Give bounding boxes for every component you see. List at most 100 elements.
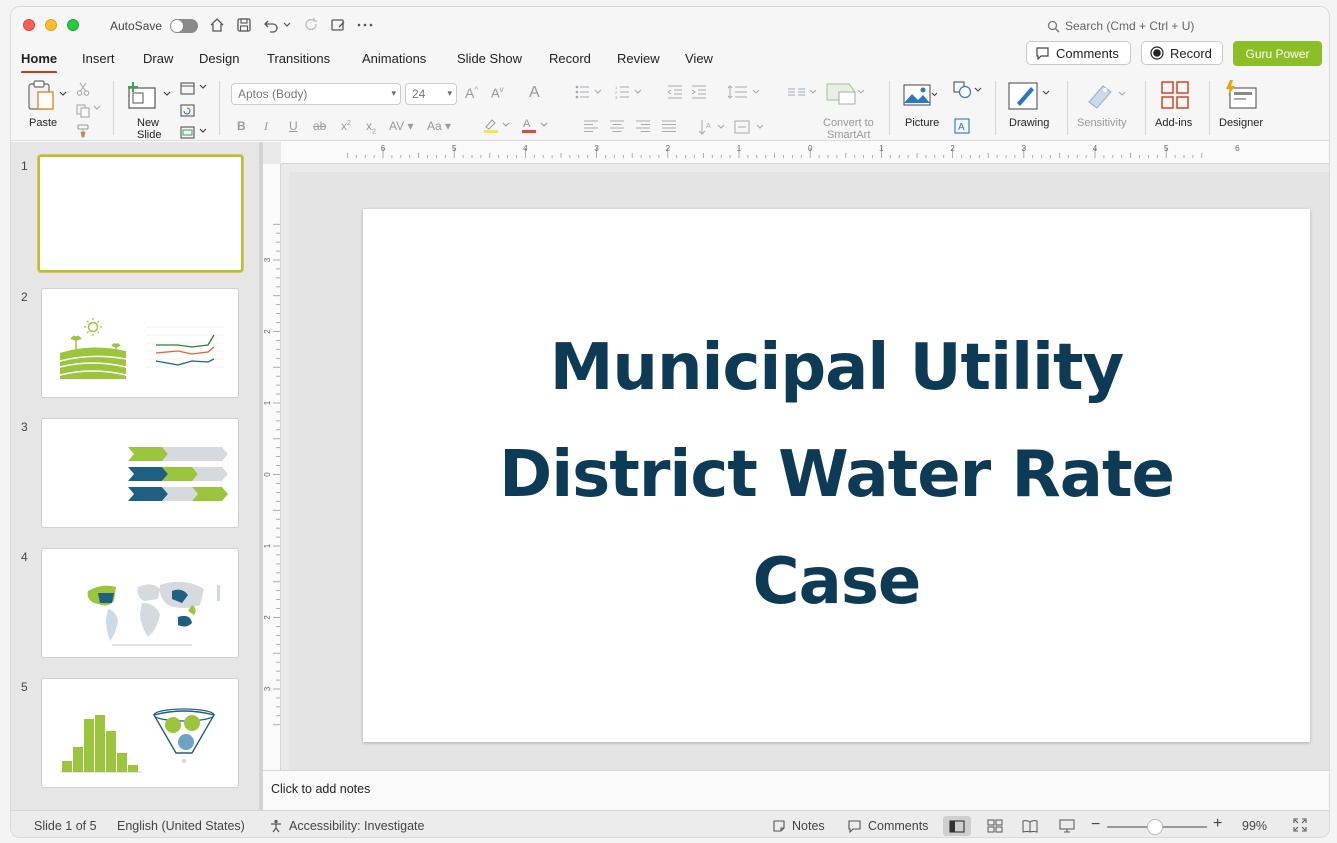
tab-animations[interactable]: Animations — [362, 51, 426, 66]
sensitivity-icon[interactable] — [1083, 79, 1127, 111]
close-window-button[interactable] — [23, 19, 35, 31]
section-dropdown-icon[interactable] — [199, 128, 207, 134]
accessibility-button[interactable]: Accessibility: Investigate — [269, 819, 424, 833]
accessibility-label: Accessibility: Investigate — [289, 819, 425, 833]
record-button[interactable]: Record — [1141, 41, 1223, 65]
drawing-icon[interactable] — [1007, 79, 1051, 111]
tab-home[interactable]: Home — [21, 51, 58, 74]
decrease-indent-icon[interactable] — [667, 83, 683, 101]
undo-icon[interactable] — [262, 16, 280, 34]
underline-icon[interactable]: U — [289, 119, 298, 133]
reading-view-button[interactable] — [1016, 816, 1044, 836]
increase-font-icon[interactable]: A^ — [465, 85, 478, 101]
align-left-icon[interactable] — [583, 119, 599, 133]
align-right-icon[interactable] — [635, 119, 651, 133]
slide-thumbnail-3[interactable] — [41, 418, 239, 528]
reset-slide-icon[interactable] — [179, 103, 195, 117]
home-icon[interactable] — [208, 16, 226, 34]
align-text-icon[interactable] — [733, 119, 767, 135]
line-spacing-icon[interactable] — [727, 83, 761, 101]
add-ins-icon[interactable] — [1159, 79, 1191, 111]
zoom-slider-handle[interactable] — [1147, 819, 1163, 835]
slide-thumbnail-2[interactable] — [41, 288, 239, 398]
bullets-icon[interactable] — [575, 83, 603, 101]
justify-icon[interactable] — [661, 119, 677, 133]
layout-dropdown-icon[interactable] — [199, 84, 207, 90]
language-indicator[interactable]: English (United States) — [117, 819, 245, 833]
tab-record[interactable]: Record — [549, 51, 591, 66]
numbering-icon[interactable]: 123 — [615, 83, 643, 101]
designer-icon[interactable] — [1223, 79, 1259, 111]
new-slide-icon[interactable] — [127, 79, 159, 111]
font-color-icon[interactable]: A — [519, 117, 549, 133]
layout-icon[interactable] — [179, 81, 195, 95]
font-size-select[interactable]: 24 ▾ — [405, 83, 457, 105]
guru-power-button[interactable]: Guru Power — [1233, 41, 1322, 66]
format-painter-icon[interactable] — [75, 123, 91, 139]
section-icon[interactable] — [179, 125, 195, 139]
comments-toggle-button[interactable]: Comments — [847, 819, 928, 833]
convert-smartart-icon[interactable] — [825, 79, 865, 107]
undo-dropdown-icon[interactable] — [282, 16, 292, 34]
font-name-select[interactable]: Aptos (Body) ▾ — [231, 83, 401, 105]
clear-formatting-icon[interactable]: A — [529, 84, 540, 102]
search-box[interactable]: Search (Cmd + Ctrl + U) — [1047, 19, 1194, 33]
zoom-window-button[interactable] — [67, 19, 79, 31]
tab-slide-show[interactable]: Slide Show — [457, 51, 522, 66]
zoom-in-icon[interactable]: + — [1213, 815, 1222, 833]
text-direction-icon[interactable]: A — [697, 119, 727, 135]
bold-icon[interactable]: B — [237, 119, 246, 133]
picture-icon[interactable] — [903, 81, 937, 109]
tab-draw[interactable]: Draw — [143, 51, 173, 66]
normal-view-button[interactable] — [943, 816, 971, 836]
tab-design[interactable]: Design — [199, 51, 239, 66]
align-center-icon[interactable] — [609, 119, 625, 133]
copy-icon[interactable] — [75, 103, 91, 119]
text-box-icon[interactable]: A — [953, 117, 971, 135]
italic-icon[interactable]: I — [264, 119, 268, 134]
tab-review[interactable]: Review — [617, 51, 660, 66]
notes-label: Notes — [792, 819, 825, 833]
slide-thumbnail-1[interactable] — [38, 155, 243, 272]
tab-transitions[interactable]: Transitions — [267, 51, 330, 66]
comment-icon — [1036, 47, 1049, 60]
zoom-out-icon[interactable]: − — [1091, 816, 1100, 834]
present-icon[interactable] — [329, 16, 347, 34]
svg-text:3: 3 — [615, 95, 618, 99]
subscript-icon[interactable]: x2 — [366, 119, 376, 135]
character-spacing-icon[interactable]: AV ▾ — [389, 119, 413, 133]
fit-to-window-button[interactable] — [1293, 818, 1307, 832]
paste-icon[interactable] — [25, 79, 57, 111]
more-options-icon[interactable] — [356, 16, 374, 34]
autosave-toggle[interactable] — [170, 19, 198, 33]
change-case-icon[interactable]: Aa ▾ — [427, 119, 451, 133]
copy-dropdown-icon[interactable] — [93, 105, 101, 111]
drawing-label: Drawing — [1009, 117, 1050, 129]
increase-indent-icon[interactable] — [691, 83, 707, 101]
tab-insert[interactable]: Insert — [82, 51, 115, 66]
comments-button[interactable]: Comments — [1026, 41, 1131, 65]
columns-icon[interactable] — [787, 83, 817, 101]
new-slide-dropdown-icon[interactable] — [163, 91, 171, 97]
minimize-window-button[interactable] — [45, 19, 57, 31]
superscript-icon[interactable]: x2 — [341, 119, 351, 133]
zoom-level[interactable]: 99% — [1242, 819, 1267, 833]
redo-icon[interactable] — [302, 16, 320, 34]
highlight-icon[interactable] — [481, 117, 511, 133]
paste-dropdown-icon[interactable] — [59, 91, 67, 97]
font-name-value: Aptos (Body) — [238, 87, 308, 101]
slide-title-placeholder[interactable]: Municipal Utility District Water Rate Ca… — [477, 315, 1197, 636]
cut-icon[interactable] — [75, 81, 91, 97]
save-icon[interactable] — [235, 16, 253, 34]
tab-view[interactable]: View — [685, 51, 713, 66]
shapes-icon[interactable] — [953, 81, 983, 99]
notes-pane[interactable]: Click to add notes — [263, 770, 1329, 810]
slide-show-button[interactable] — [1053, 816, 1081, 836]
slide-sorter-button[interactable] — [981, 816, 1009, 836]
current-slide[interactable]: Municipal Utility District Water Rate Ca… — [363, 209, 1310, 742]
strikethrough-icon[interactable]: ab — [313, 119, 326, 133]
notes-toggle-button[interactable]: Notes — [772, 819, 825, 833]
slide-thumbnail-4[interactable] — [41, 548, 239, 658]
slide-thumbnail-5[interactable] — [41, 678, 239, 788]
decrease-font-icon[interactable]: Av — [491, 85, 504, 100]
